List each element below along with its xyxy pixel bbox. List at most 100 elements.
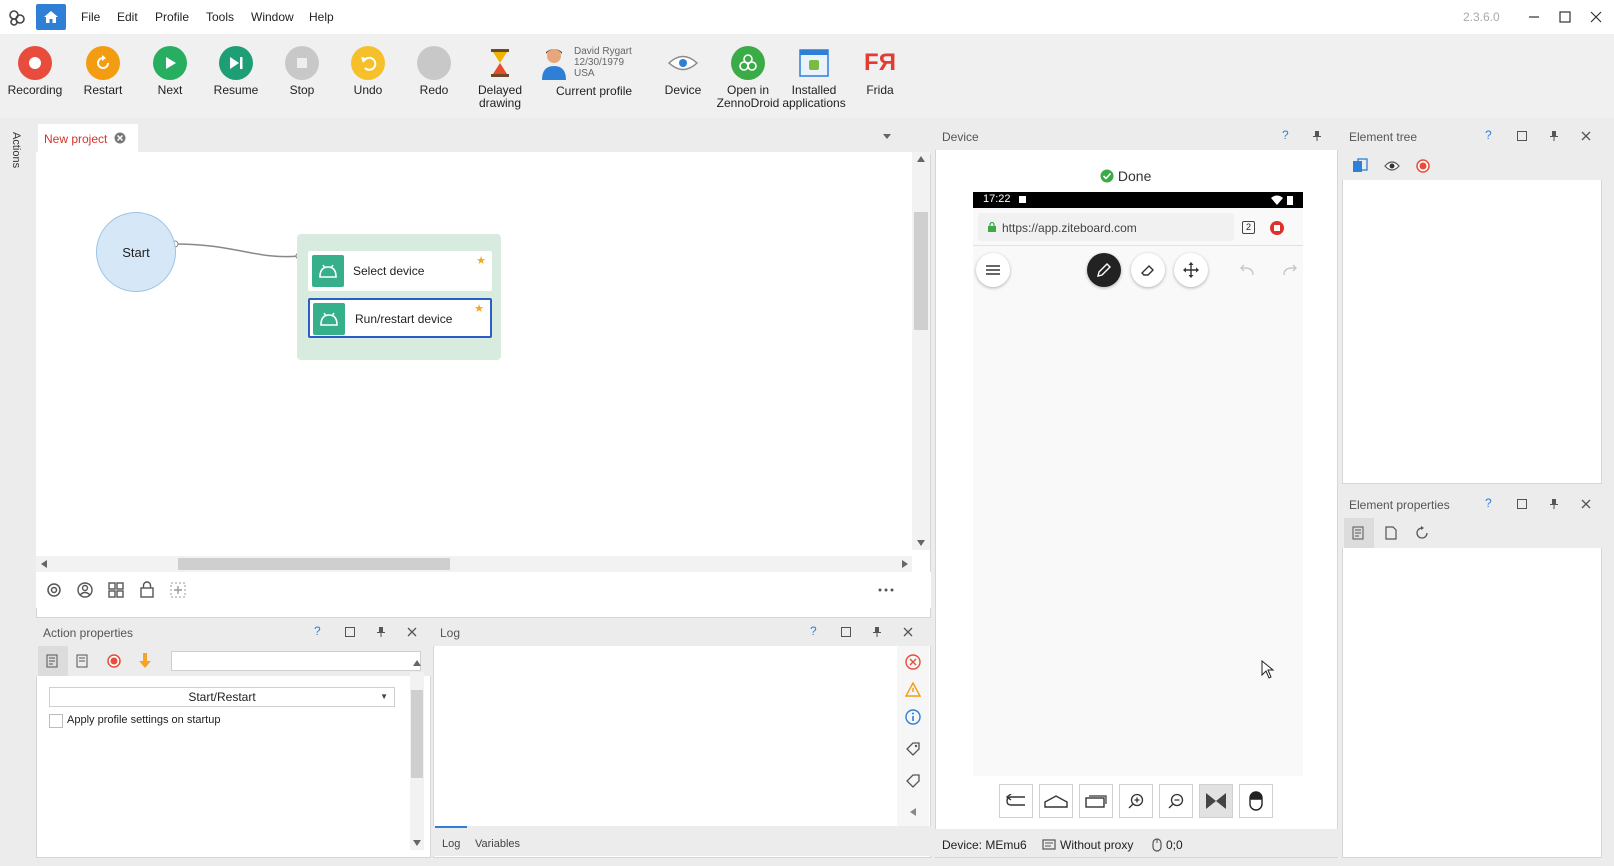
close-window-button[interactable] <box>1584 6 1608 28</box>
stop-button[interactable]: Stop <box>269 46 335 97</box>
browser-tabs-button[interactable]: 2 <box>1242 221 1255 234</box>
properties-list-icon <box>46 654 58 668</box>
add-block-icon[interactable] <box>170 582 186 598</box>
next-button[interactable]: Next <box>137 46 203 97</box>
more-options-icon[interactable] <box>878 588 894 592</box>
action-properties-search-input[interactable] <box>171 651 421 671</box>
close-panel-icon[interactable] <box>1581 499 1591 509</box>
installed-applications-button[interactable]: Installed applications <box>781 46 847 110</box>
user-circle-icon[interactable] <box>77 582 93 598</box>
float-panel-icon[interactable] <box>345 627 355 637</box>
pin-icon[interactable] <box>1312 131 1322 141</box>
apply-profile-checkbox[interactable] <box>49 714 63 728</box>
browser-url-text[interactable]: https://app.ziteboard.com <box>1002 221 1137 235</box>
pin-icon[interactable] <box>376 627 386 637</box>
menu-tools[interactable]: Tools <box>206 10 234 24</box>
close-panel-icon[interactable] <box>1581 131 1591 141</box>
help-button[interactable]: ? <box>810 624 817 638</box>
close-panel-icon[interactable] <box>407 627 417 637</box>
properties-view-button[interactable] <box>38 646 68 676</box>
record-dot-icon[interactable] <box>1416 159 1430 173</box>
pin-icon[interactable] <box>1549 499 1559 509</box>
menu-help[interactable]: Help <box>309 10 334 24</box>
device-button[interactable]: Device <box>650 46 716 97</box>
menu-window[interactable]: Window <box>251 10 294 24</box>
lock-icon[interactable] <box>139 581 155 598</box>
menu-file[interactable]: File <box>81 10 100 24</box>
help-button[interactable]: ? <box>1282 128 1289 142</box>
canvas-horizontal-scrollbar[interactable] <box>36 556 912 572</box>
current-profile-button[interactable]: David Rygart 12/30/1979 USA Current prof… <box>540 46 650 116</box>
node-select-device[interactable]: Select device ★ <box>308 251 492 291</box>
mouse-icon <box>1249 791 1263 811</box>
settings-icon[interactable] <box>46 582 62 598</box>
screenshot-button[interactable] <box>1199 784 1233 818</box>
properties-view-button[interactable] <box>1344 518 1374 548</box>
menu-profile[interactable]: Profile <box>155 10 189 24</box>
mouse-mode-button[interactable] <box>1239 784 1273 818</box>
minimize-button[interactable] <box>1522 6 1546 28</box>
undo-arrow-icon[interactable] <box>1239 263 1255 277</box>
refresh-tree-icon[interactable] <box>1352 158 1368 174</box>
home-button[interactable] <box>36 4 66 30</box>
zoom-out-button[interactable] <box>1159 784 1193 818</box>
eraser-tool-button[interactable] <box>1131 253 1165 287</box>
redo-arrow-icon[interactable] <box>1282 263 1298 277</box>
restart-button[interactable]: Restart <box>70 46 136 97</box>
help-button[interactable]: ? <box>314 624 321 638</box>
open-in-zennodroid-button[interactable]: Open in ZennoDroid <box>715 46 781 110</box>
float-panel-icon[interactable] <box>1517 131 1527 141</box>
maximize-button[interactable] <box>1553 6 1577 28</box>
float-panel-icon[interactable] <box>841 627 851 637</box>
tab-log[interactable]: Log <box>442 838 460 850</box>
pen-tool-button[interactable] <box>1087 253 1121 287</box>
redo-button[interactable]: Redo <box>401 46 467 97</box>
grid-icon[interactable] <box>108 582 124 598</box>
close-tab-icon[interactable] <box>114 132 126 144</box>
tab-variables[interactable]: Variables <box>475 838 520 850</box>
resume-button[interactable]: Resume <box>203 46 269 97</box>
tag-icon[interactable] <box>905 741 921 757</box>
warning-filter-icon[interactable] <box>905 682 921 698</box>
document-icon[interactable] <box>1384 526 1398 540</box>
home-device-button[interactable] <box>1039 784 1073 818</box>
canvas-vscroll-thumb[interactable] <box>914 212 928 330</box>
undo-button[interactable]: Undo <box>335 46 401 97</box>
start-restart-dropdown[interactable]: Start/Restart ▼ <box>49 687 395 707</box>
menu-edit[interactable]: Edit <box>117 10 138 24</box>
frida-button[interactable]: FЯ Frida <box>847 46 913 97</box>
zoom-out-icon <box>1168 793 1184 809</box>
pin-icon[interactable] <box>872 627 882 637</box>
pin-icon[interactable] <box>1549 131 1559 141</box>
node-run-restart-device[interactable]: Run/restart device ★ <box>308 298 492 338</box>
help-button[interactable]: ? <box>1485 128 1492 142</box>
collapse-icon[interactable] <box>910 808 916 816</box>
zoom-in-button[interactable] <box>1119 784 1153 818</box>
refresh-icon[interactable] <box>1415 526 1429 540</box>
recording-button[interactable]: Recording <box>2 46 68 97</box>
close-panel-icon[interactable] <box>903 627 913 637</box>
back-button[interactable] <box>999 784 1033 818</box>
actions-sidebar[interactable]: Actions <box>4 122 32 860</box>
eye-icon[interactable] <box>1384 160 1400 172</box>
start-node[interactable]: Start <box>96 212 176 292</box>
tab-new-project[interactable]: New project <box>38 124 138 152</box>
move-tool-button[interactable] <box>1174 253 1208 287</box>
help-button[interactable]: ? <box>1485 496 1492 510</box>
actions-tab[interactable]: Actions <box>10 132 22 168</box>
tab-dropdown-icon[interactable] <box>882 132 892 140</box>
canvas-hscroll-thumb[interactable] <box>178 558 450 570</box>
edit-list-icon[interactable] <box>76 654 90 668</box>
menu-button[interactable] <box>976 253 1010 287</box>
browser-stop-icon[interactable] <box>1270 221 1284 235</box>
recent-apps-button[interactable] <box>1079 784 1113 818</box>
record-dot-icon[interactable] <box>107 654 121 668</box>
arrow-down-icon[interactable] <box>138 653 152 669</box>
info-filter-icon[interactable] <box>905 709 921 725</box>
action-properties-scroll-thumb[interactable] <box>411 690 423 778</box>
error-filter-icon[interactable] <box>905 654 921 670</box>
clear-tag-icon[interactable] <box>905 773 921 789</box>
delayed-drawing-button[interactable]: Delayed drawing <box>467 46 533 110</box>
frida-logo-icon: FЯ <box>864 49 896 76</box>
float-panel-icon[interactable] <box>1517 499 1527 509</box>
